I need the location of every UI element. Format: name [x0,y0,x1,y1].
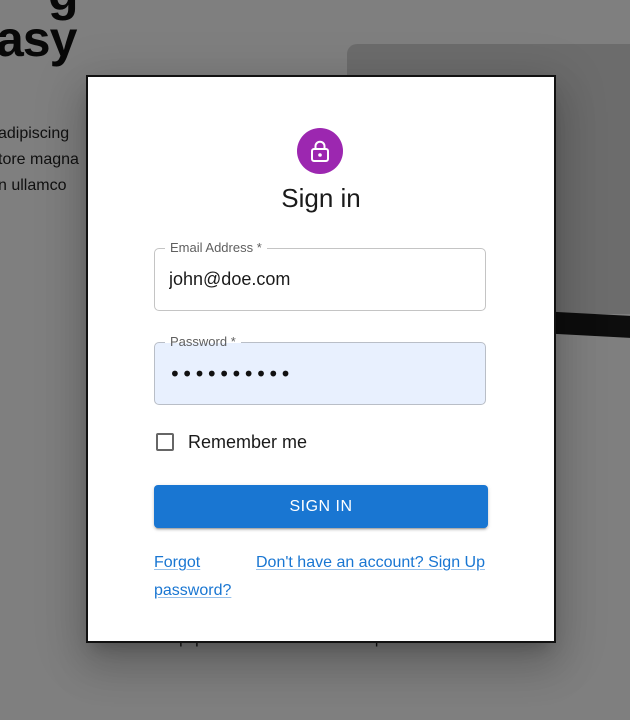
remember-me-label: Remember me [188,431,308,452]
sign-in-dialog: Sign in Email Address * Password * Remem… [86,75,556,643]
password-field: Password * [154,334,486,405]
email-input[interactable] [169,249,469,310]
password-input[interactable] [169,343,469,404]
sign-in-button[interactable]: SIGN IN [154,485,488,528]
lock-avatar [297,128,343,174]
forgot-password-link[interactable]: Forgot password? [154,549,244,605]
dialog-title: Sign in [281,183,361,213]
sign-up-link[interactable]: Don't have an account? Sign Up [256,549,485,577]
remember-me-checkbox[interactable] [156,433,174,451]
remember-me-option[interactable]: Remember me [154,430,307,454]
lock-icon [311,140,329,162]
email-field: Email Address * [154,240,486,311]
